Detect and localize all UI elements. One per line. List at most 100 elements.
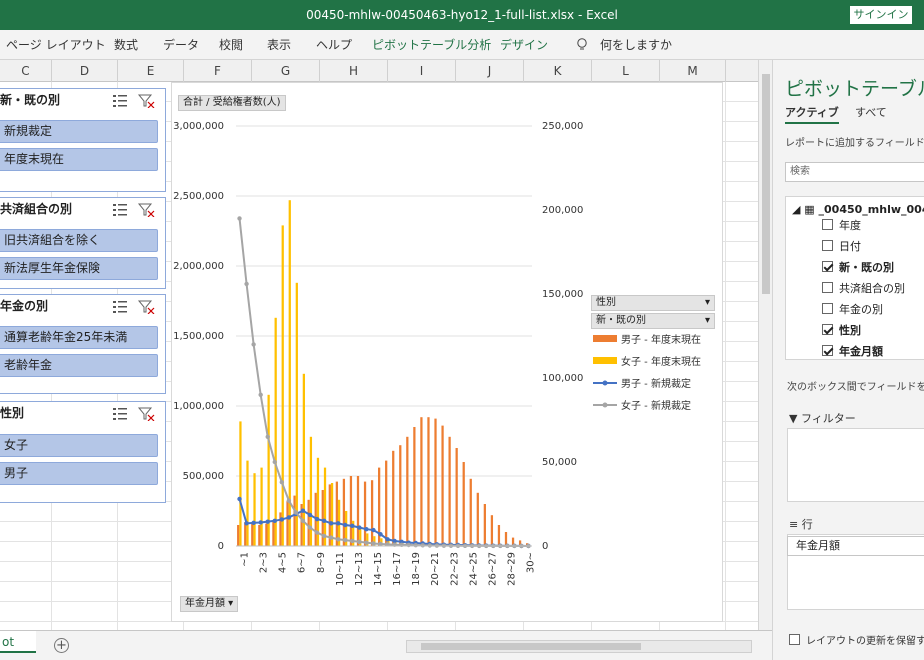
filter-label: フィルター xyxy=(800,412,856,425)
field-label: 新・既の別 xyxy=(839,261,894,274)
slicer-multiselect-icon[interactable] xyxy=(113,203,157,217)
column-i[interactable]: I xyxy=(388,60,456,82)
slicer-multiselect-icon[interactable] xyxy=(113,300,157,314)
field-search-input[interactable]: 検索 xyxy=(785,162,924,182)
data-point xyxy=(279,517,285,522)
rows-area-header: ≡ 行 xyxy=(789,516,813,532)
horizontal-scrollbar[interactable] xyxy=(406,640,752,653)
field-item-date[interactable]: 日付 xyxy=(822,238,861,254)
column-f[interactable]: F xyxy=(184,60,252,82)
slicer-multiselect-icon[interactable] xyxy=(113,407,157,421)
tab-formulas[interactable]: 数式 xyxy=(114,30,138,60)
legend-entry: 女子 - 年度末現在 xyxy=(621,355,701,368)
value-field-button[interactable]: 合計 / 受給権者数(人) xyxy=(178,95,286,111)
slicer-item[interactable]: 女子 xyxy=(0,434,158,457)
signin-button[interactable]: サインイン xyxy=(850,6,912,24)
checkbox[interactable] xyxy=(789,634,800,645)
field-label: 年金の別 xyxy=(839,303,883,316)
checkbox[interactable] xyxy=(822,345,833,356)
tab-data[interactable]: データ xyxy=(163,30,199,60)
tab-all[interactable]: すべて xyxy=(855,104,887,120)
tab-pivot-analyze[interactable]: ピボットテーブル分析 xyxy=(372,30,491,60)
slicer-mutual-aid[interactable]: 共済組合の別 旧共済組合を除く 新法厚生年金保険 xyxy=(0,197,166,289)
legend-field-button-gender[interactable]: 性別 ▾ xyxy=(591,295,715,311)
legend-swatch-marker xyxy=(602,380,608,386)
legend-field-button-new-existing[interactable]: 新・既の別 ▾ xyxy=(591,313,715,329)
slicer-item[interactable]: 旧共済組合を除く xyxy=(0,229,158,252)
scrollbar-thumb[interactable] xyxy=(421,643,641,650)
y-right-tick-label: 200,000 xyxy=(542,205,583,216)
field-item-mutual-aid[interactable]: 共済組合の別 xyxy=(822,280,905,296)
slicer-item[interactable]: 通算老齢年金25年未満 xyxy=(0,326,158,349)
row-field-chip[interactable]: 年金月額 ▾ xyxy=(787,536,924,556)
column-j[interactable]: J xyxy=(456,60,524,82)
data-point xyxy=(378,532,383,537)
field-item-pension-type[interactable]: 年金の別 xyxy=(822,301,883,317)
column-c[interactable]: C xyxy=(0,60,52,82)
data-point xyxy=(307,512,313,518)
data-point xyxy=(413,542,418,548)
tab-page-layout[interactable]: ページ レイアウト xyxy=(6,30,106,60)
data-point xyxy=(265,519,270,524)
slicer-gender[interactable]: 性別 女子 男子 xyxy=(0,401,166,503)
legend-entry: 男子 - 年度末現在 xyxy=(621,333,701,346)
data-point xyxy=(244,521,249,526)
checkbox[interactable] xyxy=(822,240,833,251)
legend-entry: 男子 - 新規裁定 xyxy=(621,377,691,390)
bar xyxy=(399,445,402,546)
checkbox[interactable] xyxy=(822,261,833,272)
slicer-item[interactable]: 男子 xyxy=(0,462,158,485)
field-item-gender[interactable]: 性別 xyxy=(822,322,861,338)
slicer-item[interactable]: 新規裁定 xyxy=(0,120,158,143)
slicer-item[interactable]: 老齢年金 xyxy=(0,354,158,377)
defer-update-checkbox[interactable]: レイアウトの更新を保留する xyxy=(789,632,924,647)
tab-view[interactable]: 表示 xyxy=(267,30,291,60)
x-tick-label: 10~11 xyxy=(335,552,346,586)
column-h[interactable]: H xyxy=(320,60,388,82)
table-root[interactable]: ◢ ▦ _00450_mhlw_00450463 xyxy=(792,203,924,216)
field-item-pension-amount[interactable]: 年金月額 xyxy=(822,343,883,359)
checkbox[interactable] xyxy=(822,219,833,230)
tab-review[interactable]: 校閲 xyxy=(219,30,243,60)
slicer-new-existing[interactable]: 新・既の別 新規裁定 年度末現在 xyxy=(0,88,166,192)
x-tick-label: 30~ xyxy=(526,552,537,573)
column-d[interactable]: D xyxy=(52,60,118,82)
sheet-tab[interactable]: ot xyxy=(0,631,36,653)
axis-field-button[interactable]: 年金月額 ▾ xyxy=(180,596,239,612)
column-e[interactable]: E xyxy=(118,60,184,82)
tab-active[interactable]: アクティブ xyxy=(785,104,839,124)
column-g[interactable]: G xyxy=(252,60,320,82)
x-tick-label: 24~25 xyxy=(468,552,479,586)
tell-me-input[interactable]: 何をしますか xyxy=(600,30,672,60)
legend-swatch xyxy=(593,357,617,364)
bar xyxy=(274,317,277,546)
column-l[interactable]: L xyxy=(592,60,660,82)
field-item-year[interactable]: 年度 xyxy=(822,217,861,233)
slicer-title: 年金の別 xyxy=(0,299,49,313)
bar xyxy=(244,522,247,546)
bar xyxy=(420,417,423,546)
y-left-tick-label: 3,000,000 xyxy=(173,121,224,132)
column-m[interactable]: M xyxy=(660,60,726,82)
pivot-chart[interactable]: 0 500,000 1,000,000 1,500,000 2,000,000 2,500… xyxy=(171,82,723,622)
filter-drop-area[interactable] xyxy=(787,428,924,502)
column-k[interactable]: K xyxy=(524,60,592,82)
data-point xyxy=(258,520,263,525)
add-sheet-icon[interactable]: + xyxy=(54,638,69,653)
slicer-item[interactable]: 新法厚生年金保険 xyxy=(0,257,158,280)
checkbox[interactable] xyxy=(822,303,833,314)
tab-help[interactable]: ヘルプ xyxy=(316,30,352,60)
field-item-new-existing[interactable]: 新・既の別 xyxy=(822,259,894,275)
slicer-pension-type[interactable]: 年金の別 通算老齢年金25年未満 老齢年金 xyxy=(0,294,166,394)
slicer-item[interactable]: 年度末現在 xyxy=(0,148,158,171)
tab-design[interactable]: デザイン xyxy=(500,30,548,60)
field-label: 年金月額 xyxy=(839,345,883,358)
x-tick-label: 12~13 xyxy=(354,552,365,586)
slicer-multiselect-icon[interactable] xyxy=(113,94,157,108)
bar xyxy=(295,282,298,546)
data-point xyxy=(251,342,256,347)
checkbox[interactable] xyxy=(822,324,833,335)
scrollbar-thumb[interactable] xyxy=(762,74,770,294)
checkbox[interactable] xyxy=(822,282,833,293)
vertical-scrollbar[interactable] xyxy=(758,60,772,630)
